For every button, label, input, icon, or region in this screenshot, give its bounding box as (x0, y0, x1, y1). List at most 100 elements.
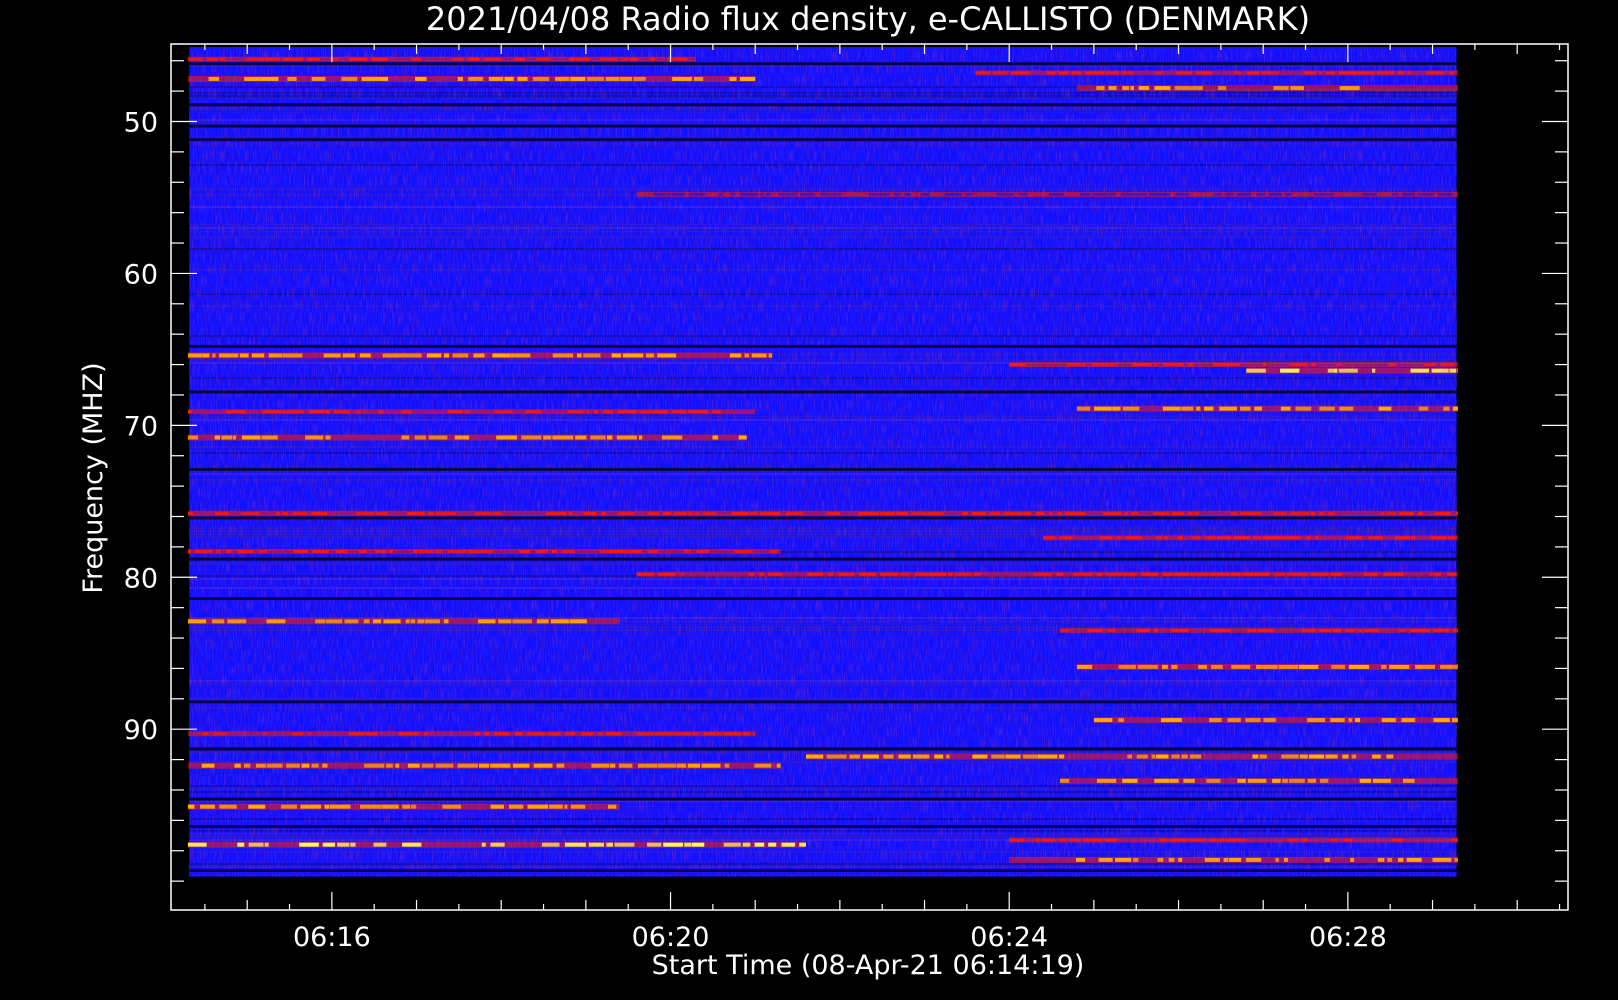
band-segment (1188, 511, 1193, 515)
band-segment (474, 511, 492, 515)
band-segment (759, 572, 764, 576)
band-segment (1132, 857, 1139, 862)
band-segment (287, 76, 297, 81)
band-segment (1064, 511, 1086, 515)
band-segment (457, 763, 478, 768)
band-segment (1155, 71, 1162, 75)
band-segment (364, 763, 385, 768)
band-segment (1060, 628, 1070, 632)
band-segment (1130, 511, 1139, 515)
band-segment (514, 57, 526, 61)
band-segment (1010, 71, 1030, 75)
band-segment (1319, 406, 1335, 411)
band-segment (1109, 363, 1118, 367)
band-segment (378, 410, 384, 414)
band-segment (893, 192, 901, 196)
band-segment (739, 192, 759, 196)
band-segment (1446, 572, 1457, 576)
band-segment (213, 732, 227, 736)
band-segment (602, 410, 614, 414)
band-segment (1259, 754, 1267, 759)
band-segment (1245, 718, 1261, 723)
band-segment (1163, 363, 1184, 367)
band-segment (527, 804, 549, 809)
band-segment (748, 572, 755, 576)
band-segment (1057, 511, 1062, 515)
band-segment (683, 549, 691, 553)
band-segment (1280, 406, 1291, 411)
band-segment (601, 511, 606, 515)
band-segment (1232, 363, 1240, 367)
band-segment (991, 754, 1005, 759)
band-segment (1452, 406, 1458, 411)
band-segment (1080, 192, 1091, 196)
band-segment (1290, 511, 1310, 515)
band-segment (653, 192, 666, 196)
band-segment (468, 76, 484, 81)
band-segment (1426, 71, 1444, 75)
band-segment (1399, 628, 1406, 632)
band-segment (1399, 511, 1414, 515)
band-segment (361, 76, 380, 81)
band-segment (1333, 368, 1338, 373)
band-segment (1075, 857, 1086, 862)
band-segment (1262, 71, 1279, 75)
dark-band (189, 390, 1457, 394)
band-segment (1247, 628, 1257, 632)
band-segment (594, 410, 598, 414)
band-segment (900, 572, 910, 576)
band-segment (1211, 664, 1223, 669)
band-segment (407, 763, 420, 768)
band-segment (1169, 838, 1188, 842)
band-segment (363, 619, 370, 624)
band-segment (323, 353, 341, 358)
band-segment (1327, 368, 1334, 373)
band-segment (239, 353, 249, 358)
band-segment (831, 192, 843, 196)
band-segment (696, 549, 710, 553)
band-segment (1363, 572, 1378, 576)
band-segment (1161, 718, 1182, 723)
band-segment (569, 57, 575, 61)
band-segment (413, 549, 418, 553)
band-segment (1429, 572, 1433, 576)
band-segment (1136, 754, 1148, 759)
band-segment (1148, 192, 1170, 196)
band-segment (898, 754, 911, 759)
band-segment (475, 732, 480, 736)
band-segment (1049, 192, 1064, 196)
band-segment (1338, 71, 1358, 75)
band-segment (1237, 778, 1246, 783)
band-segment (1173, 572, 1189, 576)
band-segment (215, 511, 223, 515)
band-segment (1212, 363, 1233, 367)
band-segment (221, 435, 233, 440)
band-segment (1118, 664, 1136, 669)
band-segment (896, 511, 908, 515)
band-segment (550, 619, 569, 624)
band-segment (496, 435, 518, 440)
band-segment (1423, 363, 1436, 367)
band-segment (212, 619, 225, 624)
band-segment (666, 192, 671, 196)
band-segment (1056, 572, 1064, 576)
band-segment (570, 76, 586, 81)
band-segment (608, 804, 617, 809)
band-segment (1457, 368, 1458, 373)
band-segment (312, 549, 330, 553)
band-segment (638, 435, 643, 440)
band-segment (1315, 536, 1319, 540)
band-segment (1003, 511, 1023, 515)
band-segment (1391, 192, 1399, 196)
dark-band (189, 597, 1457, 601)
band-segment (262, 410, 283, 414)
dark-band (189, 344, 1457, 348)
band-segment (515, 732, 523, 736)
band-segment (1430, 536, 1443, 540)
band-segment (934, 754, 944, 759)
band-segment (201, 763, 215, 768)
band-segment (202, 353, 210, 358)
band-segment (324, 804, 330, 809)
band-segment (606, 842, 613, 847)
band-segment (1275, 857, 1279, 862)
